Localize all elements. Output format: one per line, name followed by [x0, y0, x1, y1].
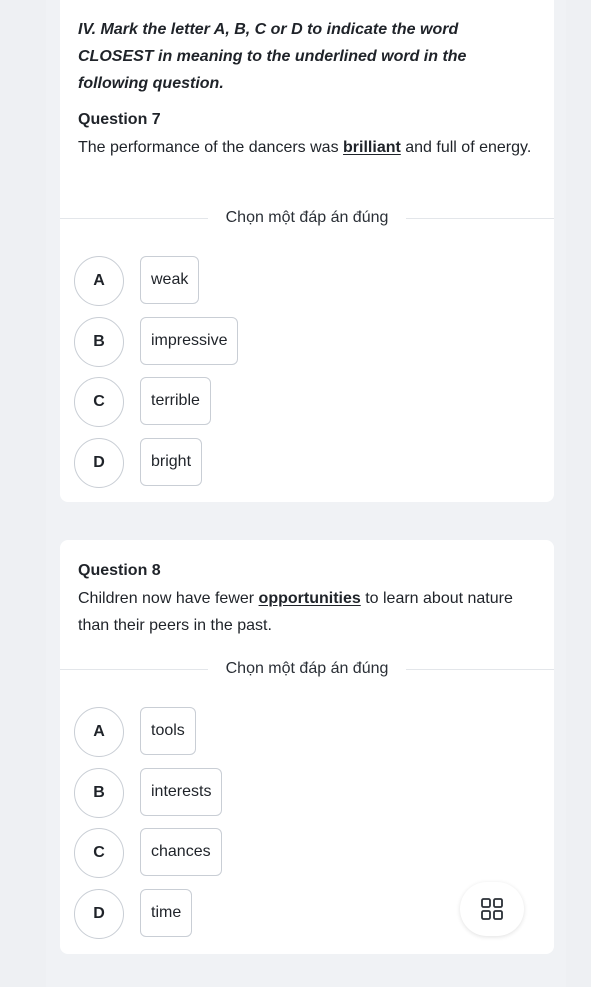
- question-text-before: The performance of the dancers was: [78, 139, 344, 156]
- question-title: Question 8: [78, 562, 161, 579]
- option-text[interactable]: terrible: [140, 377, 211, 425]
- answer-prompt-divider: Chọn một đáp án đúng: [60, 659, 555, 679]
- underlined-word: brilliant: [343, 139, 401, 156]
- option-letter[interactable]: A: [74, 707, 124, 757]
- question-text-after: and full of energy.: [400, 139, 532, 156]
- option-letter[interactable]: A: [74, 256, 124, 306]
- answer-prompt-divider: Chọn một đáp án đúng: [60, 208, 555, 228]
- underlined-word: opportunities: [258, 590, 361, 607]
- option-text[interactable]: chances: [140, 828, 222, 876]
- option-letter[interactable]: C: [74, 828, 124, 878]
- option-letter[interactable]: C: [74, 377, 124, 427]
- option-text[interactable]: weak: [140, 256, 200, 304]
- answer-prompt: Chọn một đáp án đúng: [225, 660, 389, 677]
- question-card-7: IV. Mark the letter A, B, C or D to indi…: [60, 0, 555, 502]
- option-letter[interactable]: B: [74, 317, 124, 367]
- option-text[interactable]: interests: [140, 768, 223, 816]
- option-letter[interactable]: D: [74, 889, 124, 939]
- option-letter[interactable]: B: [74, 768, 124, 818]
- question-text: Children now have fewer opportunities to…: [78, 585, 518, 639]
- question-grid-button[interactable]: [460, 882, 524, 936]
- option-text[interactable]: bright: [140, 438, 203, 486]
- section-instruction: IV. Mark the letter A, B, C or D to indi…: [78, 21, 467, 92]
- grid-icon: [481, 898, 503, 920]
- question-text-before: Children now have fewer: [78, 590, 259, 607]
- answer-prompt: Chọn một đáp án đúng: [225, 209, 389, 226]
- question-title: Question 7: [78, 111, 161, 128]
- question-text: The performance of the dancers was brill…: [78, 134, 538, 161]
- option-letter[interactable]: D: [74, 438, 124, 488]
- option-text[interactable]: tools: [140, 707, 196, 755]
- option-text[interactable]: time: [140, 889, 193, 937]
- option-text[interactable]: impressive: [140, 317, 239, 365]
